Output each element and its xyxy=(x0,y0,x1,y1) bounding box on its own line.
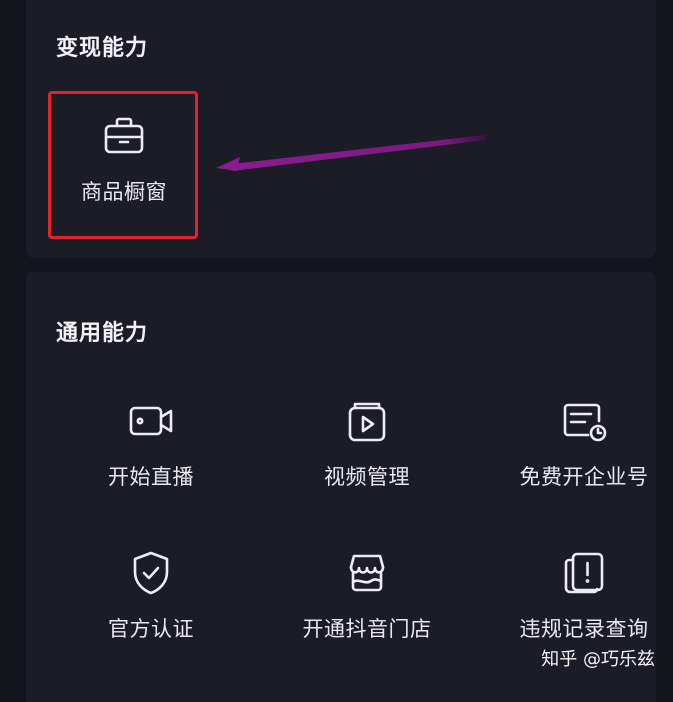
violation-records-label: 违规记录查询 xyxy=(519,617,649,641)
shield-check-icon xyxy=(125,547,177,599)
open-douyin-store-button[interactable]: 开通抖音门店 xyxy=(292,547,442,687)
enterprise-account-label: 免费开企业号 xyxy=(519,465,649,489)
start-live-label: 开始直播 xyxy=(108,465,194,489)
enterprise-card-icon xyxy=(558,395,610,447)
violation-record-icon xyxy=(558,547,610,599)
official-certification-button[interactable]: 官方认证 xyxy=(76,547,226,687)
video-management-button[interactable]: 视频管理 xyxy=(292,395,442,535)
section-title-monetization: 变现能力 xyxy=(56,36,149,61)
storefront-icon xyxy=(341,547,393,599)
open-douyin-store-label: 开通抖音门店 xyxy=(302,617,432,641)
enterprise-account-button[interactable]: 免费开企业号 xyxy=(509,395,659,535)
general-section: 通用能力 开始直播 视频管理 免费开企业号 官方认证 开通抖音门店 违规记录查询 xyxy=(26,272,656,702)
section-title-general: 通用能力 xyxy=(56,321,149,346)
product-showcase-label: 商品橱窗 xyxy=(81,180,167,204)
video-camera-icon xyxy=(125,395,177,447)
briefcase-icon xyxy=(98,110,150,162)
official-certification-label: 官方认证 xyxy=(108,617,194,641)
video-folder-icon xyxy=(341,395,393,447)
video-management-label: 视频管理 xyxy=(324,465,410,489)
watermark: 知乎 @巧乐兹 xyxy=(541,649,655,670)
start-live-button[interactable]: 开始直播 xyxy=(76,395,226,535)
product-showcase-button[interactable]: 商品橱窗 xyxy=(49,110,199,250)
